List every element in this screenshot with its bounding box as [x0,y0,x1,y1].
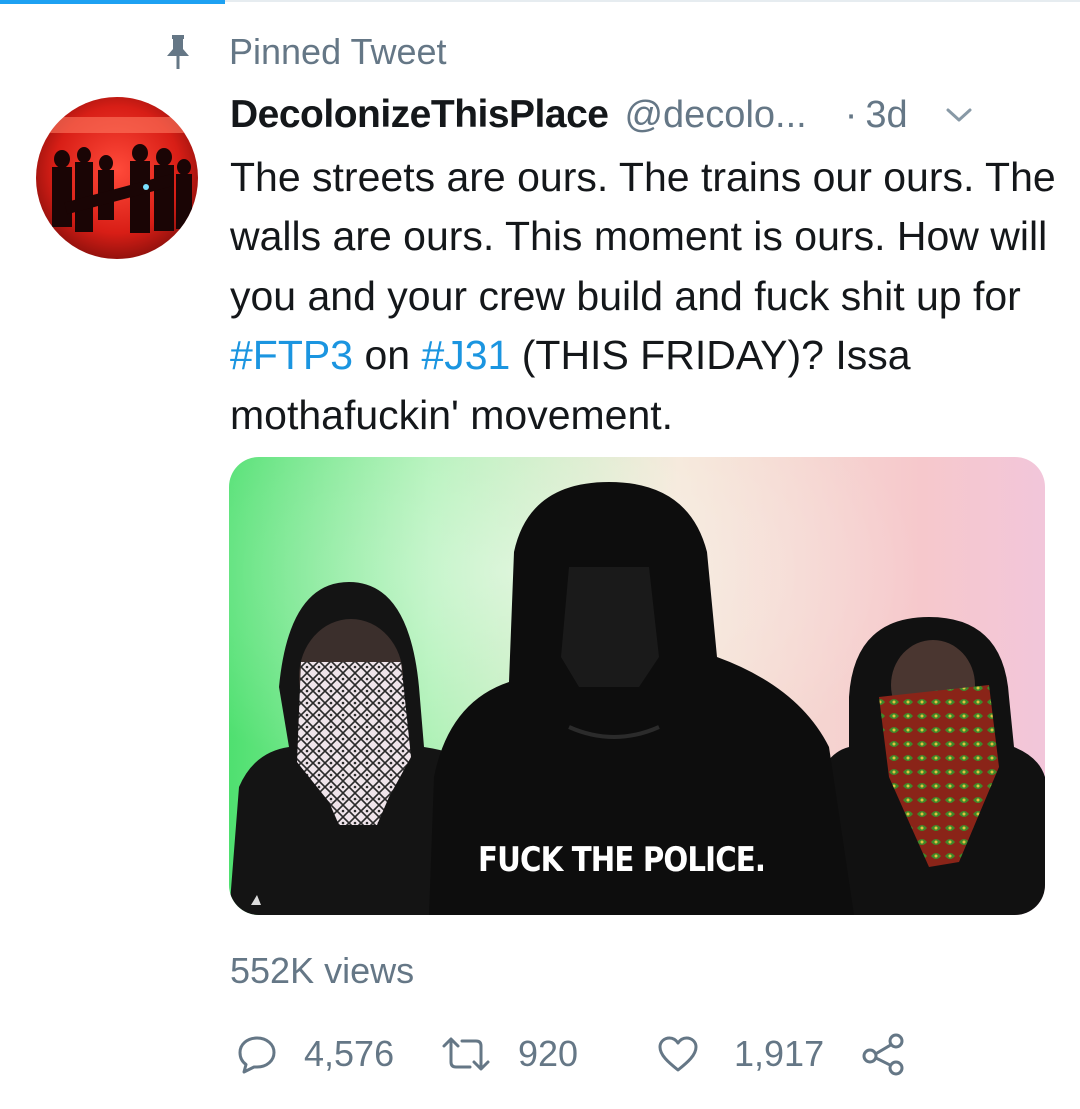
hashtag-link[interactable]: #FTP3 [230,332,353,378]
like-count: 1,917 [734,1033,825,1074]
hashtag-link[interactable]: #J31 [421,332,510,378]
display-name[interactable]: DecolonizeThisPlace [230,93,609,137]
pinned-label-text: Pinned Tweet [229,31,447,72]
tweet-text-part: The streets are ours. The trains our our… [230,154,1056,319]
avatar[interactable] [36,97,198,259]
chevron-down-icon[interactable] [942,98,976,132]
tweet-text: The streets are ours. The trains our our… [230,148,1060,445]
retweet-icon [440,1034,492,1074]
tweet-timestamp[interactable]: 3d [865,94,907,137]
separator-dot: · [844,93,858,136]
pin-icon [163,32,193,72]
retweet-button[interactable]: 920 [440,1028,578,1080]
share-icon [860,1032,908,1076]
retweet-count: 920 [518,1033,579,1074]
video-media[interactable]: FUCK THE POLICE. [229,457,1045,915]
top-divider [225,0,1080,2]
tweet-text-part: on [353,332,422,379]
reply-icon [236,1034,278,1074]
user-handle[interactable]: @decolo... [624,94,806,137]
like-button[interactable]: 1,917 [656,1028,824,1080]
tweet-header: DecolonizeThisPlace @decolo... · 3d [230,90,1050,140]
pinned-tweet-label: Pinned Tweet [163,28,447,76]
tab-indicator [0,0,225,4]
reply-count: 4,576 [304,1033,395,1074]
tweet-actions: 4,576 920 1,917 [230,1028,930,1080]
heart-icon [656,1034,700,1074]
share-button[interactable] [860,1028,908,1080]
video-caption: FUCK THE POLICE. [478,840,766,880]
reply-button[interactable]: 4,576 [236,1028,394,1080]
view-count: 552K views [230,950,415,991]
